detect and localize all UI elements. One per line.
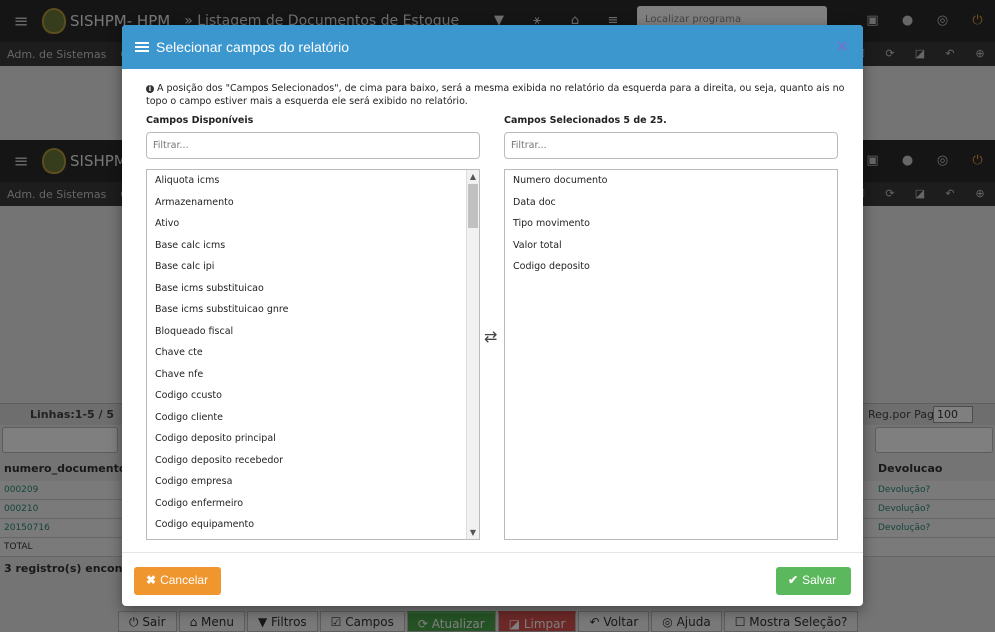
info-icon: i <box>146 85 154 93</box>
available-filter-input[interactable] <box>146 132 480 159</box>
available-field-item[interactable]: Bloqueado fiscal <box>147 321 479 343</box>
info-text: A posição dos "Campos Selecionados", de … <box>146 83 845 107</box>
selected-field-item[interactable]: Tipo movimento <box>505 213 837 235</box>
available-field-item[interactable]: Codigo ccusto <box>147 385 479 407</box>
save-button[interactable]: ✔ Salvar <box>776 567 851 595</box>
close-icon[interactable]: ✕ <box>836 37 849 56</box>
available-field-item[interactable]: Chave cte <box>147 342 479 364</box>
available-field-item[interactable]: Ativo <box>147 213 479 235</box>
available-field-item[interactable]: Codigo cliente <box>147 407 479 429</box>
available-list-scrollbar[interactable]: ▲ ▼ <box>466 170 479 539</box>
available-field-item[interactable]: Base icms substituicao gnre <box>147 299 479 321</box>
available-field-item[interactable]: Base calc ipi <box>147 256 479 278</box>
info-note: iA posição dos "Campos Selecionados", de… <box>146 82 846 108</box>
selected-field-item[interactable]: Valor total <box>505 235 837 257</box>
selected-field-item[interactable]: Numero documento <box>505 170 837 192</box>
modal-title: Selecionar campos do relatório <box>156 39 349 55</box>
available-field-item[interactable]: Aliquota icms <box>147 170 479 192</box>
available-field-item[interactable]: Codigo deposito principal <box>147 428 479 450</box>
modal-header: Selecionar campos do relatório ✕ <box>122 25 863 69</box>
scroll-up-icon[interactable]: ▲ <box>467 170 479 183</box>
times-icon: ✖ <box>146 573 157 587</box>
selected-filter-input[interactable] <box>504 132 838 159</box>
available-field-item[interactable]: Chave nfe <box>147 364 479 386</box>
available-field-item[interactable]: Codigo equipamento <box>147 514 479 536</box>
swap-arrows-icon[interactable]: ⇄ <box>484 327 497 346</box>
modal-footer: ✖ Cancelar ✔ Salvar <box>122 552 863 606</box>
selected-fields-list[interactable]: Numero documento Data doc Tipo movimento Va… <box>504 169 838 540</box>
available-field-item[interactable]: Codigo empresa <box>147 471 479 493</box>
check-icon: ✔ <box>788 573 799 587</box>
selected-fields-label: Campos Selecionados 5 de 25. <box>504 115 667 126</box>
available-field-item[interactable]: Codigo enfermeiro <box>147 493 479 515</box>
available-field-item[interactable]: Base icms substituicao <box>147 278 479 300</box>
scroll-down-icon[interactable]: ▼ <box>467 526 479 539</box>
available-fields-list[interactable]: Aliquota icms Armazenamento Ativo Base calc… <box>146 169 480 540</box>
cancel-button[interactable]: ✖ Cancelar <box>134 567 221 595</box>
available-fields-label: Campos Disponíveis <box>146 115 254 126</box>
available-field-item[interactable]: Codigo deposito recebedor <box>147 450 479 472</box>
available-field-item[interactable]: Armazenamento <box>147 192 479 214</box>
selected-field-item[interactable]: Data doc <box>505 192 837 214</box>
field-selection-modal: Selecionar campos do relatório ✕ iA posi… <box>122 25 863 606</box>
list-icon <box>135 41 149 53</box>
selected-field-item[interactable]: Codigo deposito <box>505 256 837 278</box>
available-field-item[interactable]: Base calc icms <box>147 235 479 257</box>
scroll-thumb[interactable] <box>468 184 478 228</box>
